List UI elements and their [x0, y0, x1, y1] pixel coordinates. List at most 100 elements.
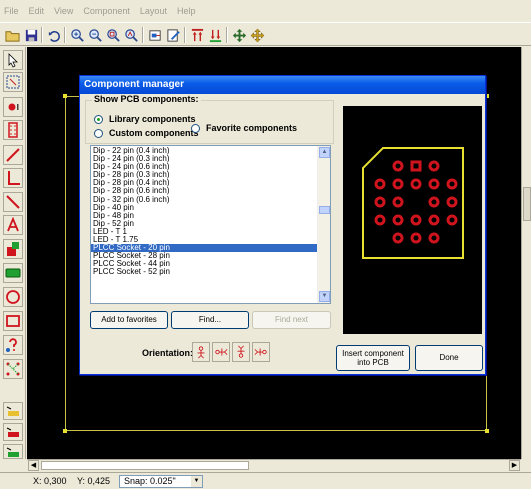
- list-item[interactable]: Dip - 28 pin (0.3 inch): [91, 171, 318, 179]
- plcc-footprint-preview: [362, 147, 464, 259]
- pad-mark: [428, 214, 440, 226]
- y-coordinate: Y: 0,425: [77, 476, 111, 486]
- list-item[interactable]: LED - T 1.75: [91, 236, 318, 244]
- horizontal-scrollbar[interactable]: ◀ ▶: [27, 459, 521, 471]
- list-item[interactable]: PLCC Socket - 52 pin: [91, 268, 318, 276]
- scroll-left-icon[interactable]: ◀: [28, 460, 39, 471]
- query-icon[interactable]: [3, 335, 23, 355]
- save-icon[interactable]: [22, 26, 40, 44]
- circle-icon[interactable]: [3, 287, 23, 307]
- undo-icon[interactable]: [45, 26, 63, 44]
- pad-mark: [410, 160, 422, 172]
- radio-empty-icon: [191, 123, 200, 133]
- pad-mark: [410, 214, 422, 226]
- pad-mark: [374, 196, 386, 208]
- list-item[interactable]: PLCC Socket - 44 pin: [91, 260, 318, 268]
- menu-help[interactable]: Help: [177, 6, 196, 16]
- pad-mark: [392, 214, 404, 226]
- radio-library-components[interactable]: Library components: [94, 114, 196, 124]
- list-item[interactable]: Dip - 40 pin: [91, 204, 318, 212]
- group-title: Show PCB components:: [92, 94, 201, 104]
- menu-layout[interactable]: Layout: [140, 6, 167, 16]
- menu-file[interactable]: File: [4, 6, 19, 16]
- menu-component[interactable]: Component: [83, 6, 130, 16]
- menu-view[interactable]: View: [54, 6, 73, 16]
- pad-icon[interactable]: [3, 97, 23, 117]
- move-top-icon[interactable]: [188, 26, 206, 44]
- chevron-down-icon[interactable]: ▼: [191, 476, 202, 487]
- horizontal-scroll-thumb[interactable]: [41, 461, 249, 470]
- list-item[interactable]: Dip - 52 pin: [91, 220, 318, 228]
- list-item[interactable]: Dip - 22 pin (0.4 inch): [91, 147, 318, 155]
- menu-edit[interactable]: Edit: [29, 6, 45, 16]
- list-item[interactable]: Dip - 32 pin (0.6 inch): [91, 196, 318, 204]
- pad-mark: [446, 214, 458, 226]
- component-list-items: Dip - 22 pin (0.4 inch) Dip - 24 pin (0.3…: [91, 147, 318, 277]
- board-corner: [63, 94, 67, 98]
- scroll-down-icon[interactable]: ▼: [319, 291, 330, 302]
- vertical-scroll-thumb[interactable]: [523, 187, 531, 221]
- move-bottom-icon[interactable]: [206, 26, 224, 44]
- component-icon[interactable]: [3, 120, 23, 140]
- list-item[interactable]: Dip - 48 pin: [91, 212, 318, 220]
- list-scroll-thumb[interactable]: [319, 206, 330, 214]
- pad-mark: [428, 196, 440, 208]
- list-item[interactable]: Dip - 24 pin (0.3 inch): [91, 155, 318, 163]
- zoom-out-icon[interactable]: [86, 26, 104, 44]
- layer-toggle-3-icon[interactable]: [3, 444, 23, 459]
- pad-mark: [392, 232, 404, 244]
- rotate-icon[interactable]: [230, 26, 248, 44]
- orientation-label: Orientation:: [142, 348, 193, 358]
- insert-component-button[interactable]: Insert component into PCB: [336, 345, 410, 371]
- pad-mark: [374, 214, 386, 226]
- properties-icon[interactable]: [164, 26, 182, 44]
- vertical-scrollbar[interactable]: [521, 47, 531, 459]
- orientation-left-icon[interactable]: [212, 342, 230, 362]
- list-item[interactable]: Dip - 24 pin (0.6 inch): [91, 163, 318, 171]
- find-button[interactable]: Find...: [171, 311, 249, 329]
- list-item[interactable]: PLCC Socket - 20 pin: [91, 244, 318, 253]
- rectangle-icon[interactable]: [3, 311, 23, 331]
- scroll-up-icon[interactable]: ▲: [319, 147, 330, 158]
- layer-toggle-2-icon[interactable]: [3, 423, 23, 441]
- add-to-favorites-button[interactable]: Add to favorites: [90, 311, 168, 329]
- diagonal-line-icon[interactable]: [3, 192, 23, 212]
- chip-icon[interactable]: [3, 263, 23, 283]
- list-item[interactable]: PLCC Socket - 28 pin: [91, 252, 318, 260]
- orientation-down-icon[interactable]: [232, 342, 250, 362]
- find-next-button[interactable]: Find next: [252, 311, 331, 329]
- component-list[interactable]: Dip - 22 pin (0.4 inch) Dip - 24 pin (0.3…: [90, 145, 331, 304]
- snap-value: Snap: 0.025": [124, 476, 176, 486]
- done-button[interactable]: Done: [415, 345, 483, 371]
- scroll-right-icon[interactable]: ▶: [509, 460, 520, 471]
- list-item[interactable]: Dip - 28 pin (0.6 inch): [91, 187, 318, 195]
- radio-empty-icon: [94, 128, 103, 138]
- list-scrollbar[interactable]: ▲ ▼: [317, 146, 330, 303]
- tool-palette: [0, 47, 26, 459]
- corner-line-icon[interactable]: [3, 168, 23, 188]
- list-item[interactable]: LED - T 1: [91, 228, 318, 236]
- radio-favorite-components[interactable]: Favorite components: [191, 123, 297, 133]
- net-icon[interactable]: [3, 359, 23, 379]
- component-manager-dialog: Component manager Show PCB components: L…: [79, 75, 486, 375]
- board-corner: [485, 429, 489, 433]
- zoom-in-icon[interactable]: [68, 26, 86, 44]
- zoom-window-icon[interactable]: [104, 26, 122, 44]
- open-folder-icon[interactable]: [3, 26, 21, 44]
- toolbar: [0, 22, 531, 46]
- orientation-up-icon[interactable]: [192, 342, 210, 362]
- move-icon[interactable]: [248, 26, 266, 44]
- layer-icon[interactable]: [3, 239, 23, 259]
- layer-toggle-1-icon[interactable]: [3, 402, 23, 420]
- zoom-fit-icon[interactable]: [122, 26, 140, 44]
- snap-select[interactable]: Snap: 0.025" ▼: [119, 475, 203, 488]
- line-icon[interactable]: [3, 145, 23, 165]
- orientation-right-icon[interactable]: [252, 342, 270, 362]
- radio-custom-components[interactable]: Custom components: [94, 128, 199, 138]
- pointer-icon[interactable]: [3, 50, 23, 70]
- component-manager-icon[interactable]: [146, 26, 164, 44]
- list-item[interactable]: Dip - 28 pin (0.4 inch): [91, 179, 318, 187]
- pad-mark: [374, 178, 386, 190]
- zoom-select-icon[interactable]: [3, 72, 23, 92]
- text-icon[interactable]: [3, 215, 23, 235]
